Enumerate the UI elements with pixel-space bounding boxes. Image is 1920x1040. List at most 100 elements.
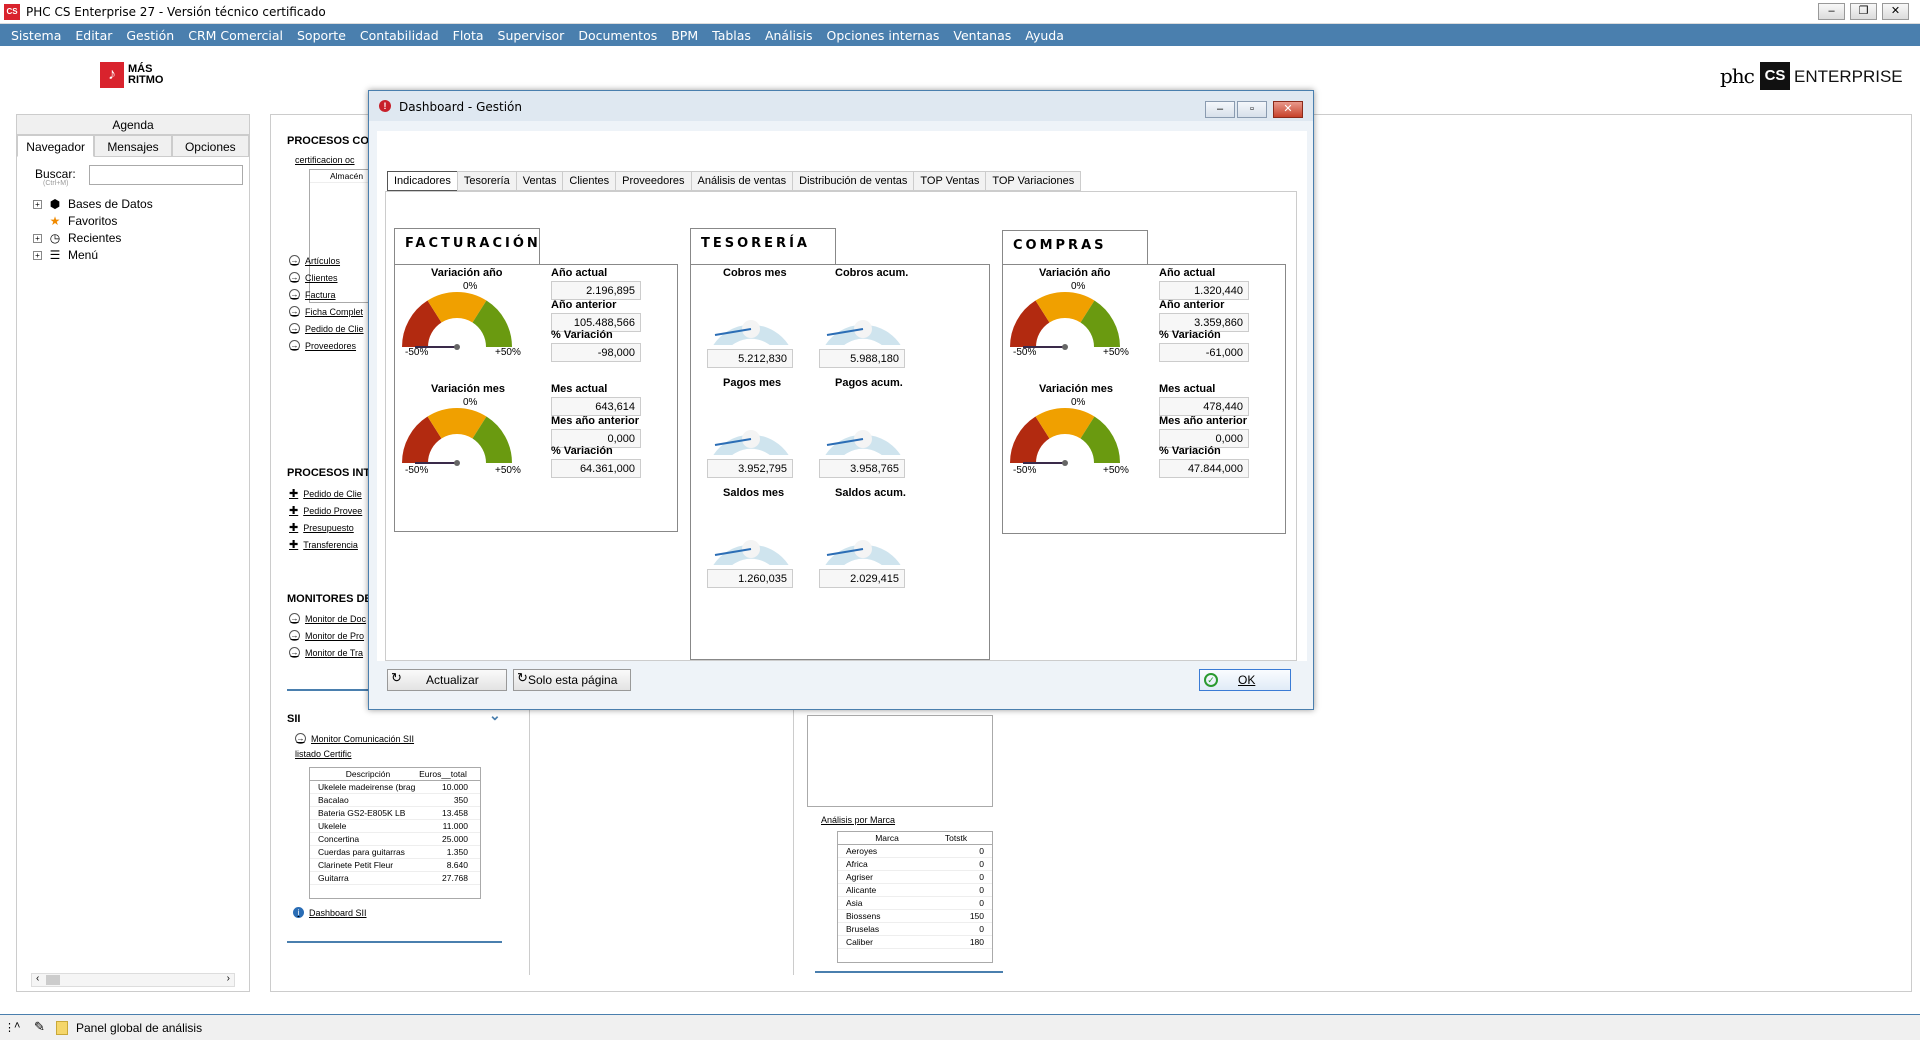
link-s1links-0[interactable]: → Artículos [289,255,340,266]
dash-tab-6[interactable]: Distribución de ventas [792,171,915,191]
table-row[interactable]: Concertina 25.000 [310,833,480,846]
dash-tab-4[interactable]: Proveedores [615,171,692,191]
tree-item-0[interactable]: + ⬢ Bases de Datos [33,195,153,213]
dash-tab-7[interactable]: TOP Ventas [913,171,987,191]
dialog-minimize-button[interactable]: – [1205,101,1235,118]
table-row[interactable]: Aeroyes 0 [838,845,992,858]
dialog-maximize-button[interactable]: ▫ [1237,101,1267,118]
dialog-close-button[interactable]: ✕ [1273,101,1303,118]
dash-tab-2[interactable]: Ventas [515,171,564,191]
upper-right-grid[interactable] [807,715,993,807]
close-button[interactable]: ✕ [1882,3,1909,20]
refresh-button[interactable]: ↻ Actualizar [387,669,507,691]
link-s3links-0[interactable]: → Monitor de Doc [289,613,366,624]
ok-button[interactable]: ✓ OK [1199,669,1291,691]
menu-item-2[interactable]: Gestión [119,24,181,46]
table-row[interactable]: Clarinete Petit Fleur 8.640 [310,859,480,872]
link-s2links-1[interactable]: ✚ Pedido Provee [289,504,362,517]
music-note-icon: ♪ [100,62,124,88]
menu-item-12[interactable]: Opciones internas [820,24,947,46]
sii-grid[interactable]: Descripción Euros__total Ukelele madeirens… [309,767,481,899]
menu-item-5[interactable]: Contabilidad [353,24,446,46]
table-row[interactable]: Ukelele madeirense (brag 10.000 [310,781,480,794]
dash-tab-5[interactable]: Análisis de ventas [690,171,794,191]
menu-item-13[interactable]: Ventanas [946,24,1018,46]
grid-col-header[interactable]: Marca [846,832,928,844]
expand-icon[interactable]: + [33,250,42,260]
menu-item-14[interactable]: Ayuda [1018,24,1071,46]
this-page-button[interactable]: ↻ Solo esta página [513,669,631,691]
dash-tab-0[interactable]: Indicadores [387,171,458,191]
grid-title-marca[interactable]: Análisis por Marca [821,815,895,825]
table-row[interactable]: Africa 0 [838,858,992,871]
field-label-2: % Variación [551,329,613,341]
dash-tab-3[interactable]: Clientes [562,171,617,191]
table-row[interactable]: Asia 0 [838,897,992,910]
agenda-header[interactable]: Agenda [17,115,249,135]
table-row[interactable]: Agriser 0 [838,871,992,884]
grid-title-listado[interactable]: listado Certific [295,749,352,759]
link-monitor-sii[interactable]: → Monitor Comunicación SII [295,733,414,744]
table-row[interactable]: Guitarra 27.768 [310,872,480,885]
link-s3links-2[interactable]: → Monitor de Tra [289,647,363,658]
table-row[interactable]: Bacalao 350 [310,794,480,807]
table-row[interactable]: Bateria GS2-E805K LB 13.458 [310,807,480,820]
menu-item-3[interactable]: CRM Comercial [181,24,290,46]
taskbar-item-panel[interactable]: Panel global de análisis [76,1021,202,1035]
marca-grid[interactable]: Marca Totstk Aeroyes 0 Africa 0 Agriser 0 Alican… [837,831,993,963]
menu-item-8[interactable]: Documentos [571,24,664,46]
grid-col-header[interactable]: Descripción [318,768,418,780]
link-dashboard-sii[interactable]: i Dashboard SII [293,907,367,918]
dash-tab-8[interactable]: TOP Variaciones [985,171,1082,191]
minimize-button[interactable]: – [1818,3,1845,20]
expand-icon[interactable]: + [33,233,42,243]
menu-item-0[interactable]: Sistema [4,24,68,46]
tab-navegador[interactable]: Navegador [17,135,95,157]
link-s1links-2[interactable]: → Factura [289,289,336,300]
menu-item-9[interactable]: BPM [664,24,705,46]
arrow-circle-icon: → [289,272,300,283]
menu-item-4[interactable]: Soporte [290,24,353,46]
link-s3links-1[interactable]: → Monitor de Pro [289,630,364,641]
logo-cs: CS [1760,62,1790,90]
link-s1links-5[interactable]: → Proveedores [289,340,356,351]
expand-icon[interactable] [33,217,42,226]
menu-item-6[interactable]: Flota [446,24,491,46]
tab-mensajes[interactable]: Mensajes [94,135,172,157]
table-row[interactable]: Cuerdas para guitarras 1.350 [310,846,480,859]
expand-icon[interactable]: + [33,199,42,209]
grid-col-header[interactable]: Euros__total [418,768,468,780]
link-s1links-3[interactable]: → Ficha Complet [289,306,363,317]
tree-item-1[interactable]: ★ Favoritos [33,212,118,230]
grid-title-text: certificacion oc [295,155,355,165]
search-input[interactable] [89,165,243,185]
menu-item-7[interactable]: Supervisor [491,24,572,46]
dash-tab-1[interactable]: Tesorería [456,171,517,191]
table-row[interactable]: Alicante 0 [838,884,992,897]
table-row[interactable]: Ukelele 11.000 [310,820,480,833]
link-s1links-1[interactable]: → Clientes [289,272,338,283]
grid-col-header[interactable]: Totstk [928,832,984,844]
left-hscrollbar[interactable]: ‹ › [31,973,235,987]
tree-item-3[interactable]: + ☰ Menú [33,246,98,264]
menu-item-1[interactable]: Editar [68,24,119,46]
chevron-up-icon[interactable]: ˄ [14,1020,20,1032]
tab-opciones[interactable]: Opciones [171,135,249,157]
restore-button[interactable]: ❐ [1850,3,1877,20]
field-label-1: Año anterior [551,299,617,311]
edit-icon[interactable]: ✎ [34,1019,45,1035]
menu-item-11[interactable]: Análisis [758,24,820,46]
table-row[interactable]: Bruselas 0 [838,923,992,936]
link-s2links-3[interactable]: ✚ Transferencia [289,538,358,551]
link-s1links-4[interactable]: → Pedido de Clie [289,323,364,334]
link-s2links-0[interactable]: ✚ Pedido de Clie [289,487,362,500]
section-procesos-con: PROCESOS CON [287,135,377,147]
table-row[interactable]: Caliber 180 [838,936,992,949]
grid-title-certificacion[interactable]: certificacion oc [295,155,355,165]
table-row[interactable]: Biossens 150 [838,910,992,923]
menu-item-10[interactable]: Tablas [705,24,758,46]
link-s2links-2[interactable]: ✚ Presupuesto [289,521,354,534]
ok-label: OK [1238,673,1256,687]
link-text: Dashboard SII [309,907,367,918]
tree-item-2[interactable]: + ◷ Recientes [33,229,121,247]
